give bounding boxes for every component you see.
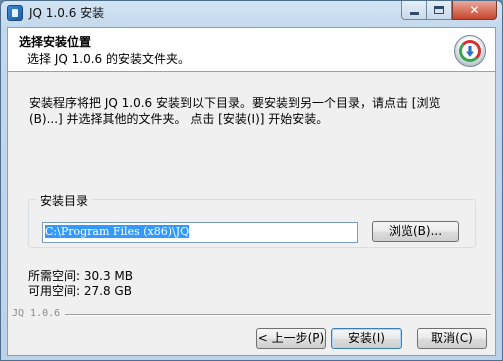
maximize-icon: [434, 6, 444, 14]
app-icon: [7, 5, 23, 21]
minimize-button[interactable]: [401, 1, 427, 20]
branding-text: JQ 1.0.6: [12, 308, 61, 319]
description-text: 安装程序将把 JQ 1.0.6 安装到以下目录。要安装到另一个目录，请点击 [浏…: [29, 96, 441, 126]
minimize-icon: [410, 12, 419, 15]
installer-window: JQ 1.0.6 安装 ✕ 选择安装位置 选择 JQ 1.0.6 的安装文件夹。…: [0, 0, 503, 361]
installer-disc-icon: [454, 35, 486, 67]
install-path-value: C:\Program Files (x86)\JQ: [45, 225, 190, 238]
page-title: 选择安装位置: [19, 35, 92, 49]
close-icon: ✕: [469, 3, 480, 17]
install-dir-label: 安装目录: [36, 192, 93, 209]
install-button[interactable]: 安装(I): [331, 328, 402, 349]
branding-divider: [65, 314, 491, 316]
installer-body: 选择安装位置 选择 JQ 1.0.6 的安装文件夹。 安装程序将把 JQ 1.0…: [7, 27, 496, 356]
install-path-input[interactable]: C:\Program Files (x86)\JQ: [42, 222, 358, 243]
back-button[interactable]: < 上一步(P): [256, 328, 326, 349]
window-title: JQ 1.0.6 安装: [29, 6, 105, 20]
close-button[interactable]: ✕: [452, 1, 497, 20]
maximize-button[interactable]: [427, 1, 452, 20]
available-space: 可用空间: 27.8 GB: [28, 284, 132, 298]
page-subtitle: 选择 JQ 1.0.6 的安装文件夹。: [27, 52, 190, 66]
page-header: 选择安装位置 选择 JQ 1.0.6 的安装文件夹。: [8, 28, 495, 72]
title-bar[interactable]: JQ 1.0.6 安装 ✕: [1, 1, 502, 25]
browse-button[interactable]: 浏览(B)...: [372, 221, 459, 242]
cancel-button[interactable]: 取消(C): [417, 328, 487, 349]
